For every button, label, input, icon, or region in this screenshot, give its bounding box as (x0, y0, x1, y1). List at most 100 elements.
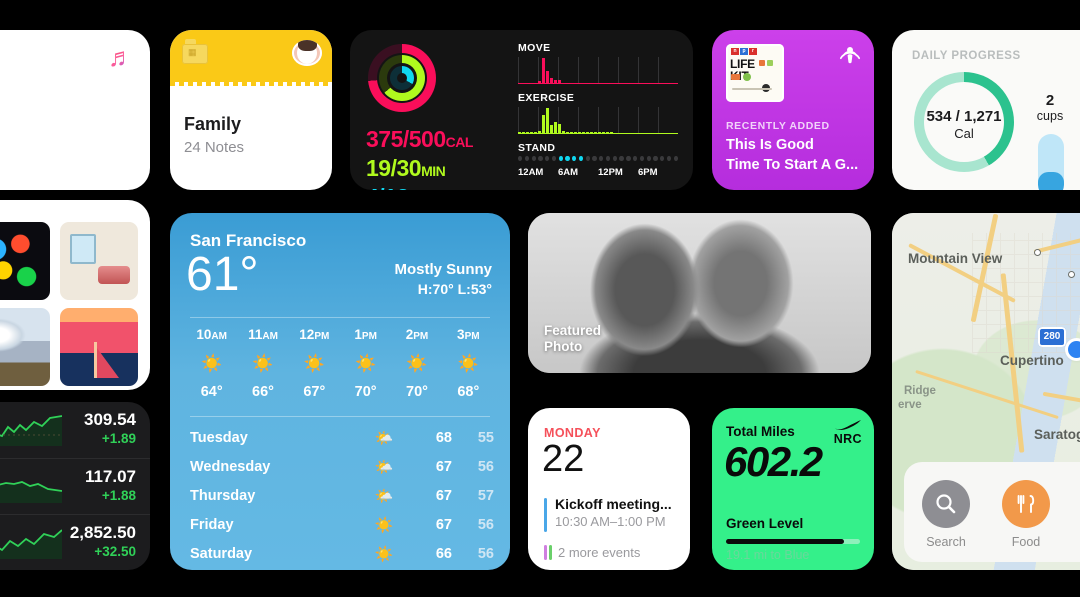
sun-icon: ☀️ (374, 545, 394, 563)
calendar-more-events[interactable]: 2 more events (544, 544, 640, 562)
calendar-event[interactable]: Kickoff meeting... 10:30 AM–1:00 PM (544, 496, 672, 532)
widget-calendar[interactable]: MONDAY 22 Kickoff meeting... 10:30 AM–1:… (528, 408, 690, 570)
stand-dot (592, 156, 597, 161)
hour-temp: 67° (303, 384, 326, 400)
chart-label-move: MOVE (518, 42, 551, 54)
nike-next-level: 19.1 mi to Blue (726, 548, 810, 562)
day-name: Saturday (190, 545, 253, 562)
stand-dot (538, 156, 543, 161)
weather-hour-cell: 12PM ☀️ 67° (289, 327, 340, 400)
notes-folder-title: Family (184, 114, 242, 134)
perforation-divider (170, 82, 332, 86)
stock-change: +1.88 (101, 488, 136, 503)
stand-dot (565, 156, 570, 161)
highway-shield-280: 280 (1038, 327, 1066, 347)
nike-brand: NRC (833, 432, 862, 446)
table-row[interactable]: 309.54 +1.89 (0, 402, 150, 458)
day-name: Wednesday (190, 458, 271, 475)
weather-daily-list: Tuesday 🌤️ 68 55 Wednesday 🌤️ 67 56 Thursday 🌤️ 67… (190, 423, 494, 568)
stand-dot (646, 156, 651, 161)
nutrition-header: DAILY PROGRESS (912, 50, 1021, 62)
widget-notes[interactable]: Family 24 Notes (170, 30, 332, 190)
weather-day-row: Friday ☀️ 67 56 (190, 510, 494, 539)
widget-activity[interactable]: 375/500CAL 19/30MIN 4/12HRS MOVE EXERCIS… (350, 30, 693, 190)
stand-dot (545, 156, 550, 161)
notes-count: 24 Notes (184, 139, 245, 156)
weather-temperature: 61° (186, 248, 259, 301)
day-high: 66 (435, 545, 452, 562)
widget-photos[interactable]: Featured Photo (528, 213, 871, 373)
hour-temp: 66° (252, 384, 274, 400)
nike-label: Total Miles (726, 424, 795, 439)
album-tile[interactable] (0, 308, 50, 386)
weather-hour-cell: 11AM ☀️ 66° (237, 327, 288, 400)
widget-nutrition[interactable]: DAILY PROGRESS 534 / 1,271 Cal 2 cups C … (892, 30, 1080, 190)
podcast-title-line2: Time To Start A G... (726, 157, 859, 173)
nike-level: Green Level (726, 516, 804, 531)
day-low: 56 (477, 516, 494, 533)
map-label-saratoga: Saratoga (1034, 427, 1080, 442)
exercise-chart (518, 107, 678, 134)
hour-temp: 70° (354, 384, 377, 400)
nike-swoosh-icon (835, 420, 861, 430)
food-icon (1017, 495, 1035, 513)
stand-dot (639, 156, 645, 161)
sun-icon: ☀️ (406, 354, 428, 373)
map-pin (1068, 271, 1075, 278)
chart-bar (546, 108, 549, 134)
hour-label: 11AM (248, 327, 278, 342)
album-tile[interactable] (60, 308, 138, 386)
day-high: 67 (435, 516, 452, 533)
widget-music[interactable]: ♬ NTLY PLAYED omatica y Gaga (0, 30, 150, 190)
day-high: 68 (435, 429, 452, 446)
chart-bar (542, 58, 545, 84)
stand-dot (518, 156, 523, 161)
widget-album-grid[interactable] (0, 200, 150, 390)
search-icon (936, 494, 956, 514)
hour-label: 1PM (354, 327, 377, 342)
divider (190, 416, 490, 417)
day-low: 56 (477, 458, 494, 475)
stand-dot (666, 156, 672, 161)
table-row[interactable]: 2,852.50 +32.50 (0, 514, 150, 570)
stock-price: 117.07 (84, 467, 136, 486)
album-tile[interactable] (0, 222, 50, 300)
nike-progress-fill (726, 539, 844, 544)
stand-dot (531, 156, 536, 161)
notes-header (170, 30, 332, 82)
weather-hour-cell: 1PM ☀️ 70° (340, 327, 391, 400)
more-events-label: 2 more events (558, 545, 641, 560)
widget-weather[interactable]: San Francisco 61° Mostly Sunny H:70° L:5… (170, 213, 510, 570)
widget-nike-run-club[interactable]: Total Miles NRC 602.2 Green Level 19.1 m… (712, 408, 874, 570)
album-tile[interactable] (60, 222, 138, 300)
weather-day-row: Wednesday 🌤️ 67 56 (190, 452, 494, 481)
partly-cloudy-icon: 🌤️ (374, 487, 394, 505)
map-food-button[interactable]: Food (1002, 480, 1050, 549)
widget-maps[interactable]: Mountain View Su 280 Cupertino Saratoga … (892, 213, 1080, 570)
widget-stocks[interactable]: 309.54 +1.89 117.07 +1.88 2,852.50 +32.5… (0, 402, 150, 570)
map-search-button[interactable]: Search (922, 480, 970, 549)
nike-total-miles: 602.2 (724, 438, 823, 485)
stand-dot (619, 156, 624, 161)
weather-day-row: Tuesday 🌤️ 68 55 (190, 423, 494, 452)
stand-dot (633, 156, 638, 161)
hour-temp: 70° (406, 384, 428, 400)
event-color-bar (544, 498, 547, 532)
map-label-cupertino: Cupertino (1000, 353, 1064, 368)
move-chart (518, 57, 678, 84)
event-title: Kickoff meeting... (555, 496, 672, 512)
nike-progress-track (726, 539, 860, 544)
activity-time-axis: 12AM 6AM 12PM 6PM (518, 167, 658, 178)
sun-icon: ☀️ (252, 354, 274, 373)
widget-podcasts[interactable]: npr LIFEKIT RECENTLY ADDED This Is Good … (712, 30, 874, 190)
map-label-ridge: Ridge (904, 385, 936, 397)
stand-dot (612, 156, 617, 161)
stand-dot (599, 156, 604, 161)
table-row[interactable]: 117.07 +1.88 (0, 458, 150, 514)
podcast-section-label: RECENTLY ADDED (726, 120, 830, 132)
day-name: Tuesday (190, 429, 248, 446)
sun-icon: ☀️ (201, 354, 223, 373)
stand-dot (578, 156, 584, 161)
day-low: 57 (477, 487, 494, 504)
stand-dot (660, 156, 665, 161)
